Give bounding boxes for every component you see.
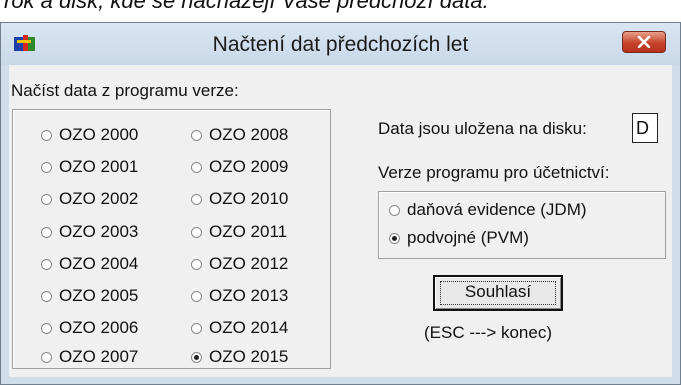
agree-button[interactable]: Souhlasí [433, 275, 563, 311]
dialog-window: Načtení dat předchozích let Načíst data … [0, 22, 681, 385]
radio-danova-evidence[interactable]: daňová evidence (JDM) [389, 199, 587, 221]
radio-circle [389, 204, 400, 216]
radio-ozo-2007[interactable]: OZO 2007 [41, 346, 138, 368]
title-bar: Načtení dat předchozích let [1, 23, 680, 65]
radio-ozo-2014[interactable]: OZO 2014 [191, 317, 288, 339]
radio-circle [191, 193, 202, 205]
radio-circle [191, 129, 202, 141]
radio-circle [41, 351, 52, 363]
radio-circle-selected [389, 232, 400, 244]
radio-circle [41, 193, 52, 205]
accounting-version-label: Verze programu pro účetnictví: [378, 163, 610, 182]
radio-circle [41, 258, 52, 270]
close-icon [637, 36, 651, 48]
radio-ozo-2004[interactable]: OZO 2004 [41, 253, 138, 275]
radio-circle [191, 290, 202, 302]
radio-circle [41, 161, 52, 173]
radio-ozo-2012[interactable]: OZO 2012 [191, 253, 288, 275]
focus-rectangle [440, 281, 556, 305]
radio-circle [191, 322, 202, 334]
radio-ozo-2008[interactable]: OZO 2008 [191, 124, 288, 146]
radio-circle [41, 226, 52, 238]
window-title: Načtení dat předchozích let [212, 33, 469, 56]
radio-circle [41, 129, 52, 141]
radio-circle [41, 290, 52, 302]
document-text-fragment: rok a disk, kde se nacházejí Vaše předch… [4, 0, 489, 13]
radio-ozo-2015[interactable]: OZO 2015 [191, 346, 288, 368]
radio-circle [41, 322, 52, 334]
radio-ozo-2009[interactable]: OZO 2009 [191, 156, 288, 178]
close-button[interactable] [622, 31, 666, 53]
radio-circle-selected [191, 351, 202, 363]
radio-ozo-2002[interactable]: OZO 2002 [41, 188, 138, 210]
radio-ozo-2001[interactable]: OZO 2001 [41, 156, 138, 178]
radio-ozo-2011[interactable]: OZO 2011 [191, 221, 287, 243]
radio-circle [191, 226, 202, 238]
radio-ozo-2006[interactable]: OZO 2006 [41, 317, 138, 339]
radio-circle [191, 161, 202, 173]
radio-ozo-2010[interactable]: OZO 2010 [191, 188, 288, 210]
esc-hint: (ESC ---> konec) [424, 323, 552, 342]
version-source-label: Načíst data z programu verze: [11, 81, 239, 100]
radio-podvojne[interactable]: podvojné (PVM) [389, 227, 529, 249]
radio-ozo-2005[interactable]: OZO 2005 [41, 285, 138, 307]
dialog-client-area: Načíst data z programu verze: OZO 2000 O… [9, 65, 672, 377]
radio-ozo-2003[interactable]: OZO 2003 [41, 221, 138, 243]
radio-circle [191, 258, 202, 270]
radio-ozo-2000[interactable]: OZO 2000 [41, 124, 138, 146]
disk-input[interactable]: D [632, 113, 658, 143]
disk-label: Data jsou uložena na disku: [378, 119, 587, 138]
radio-ozo-2013[interactable]: OZO 2013 [191, 285, 288, 307]
